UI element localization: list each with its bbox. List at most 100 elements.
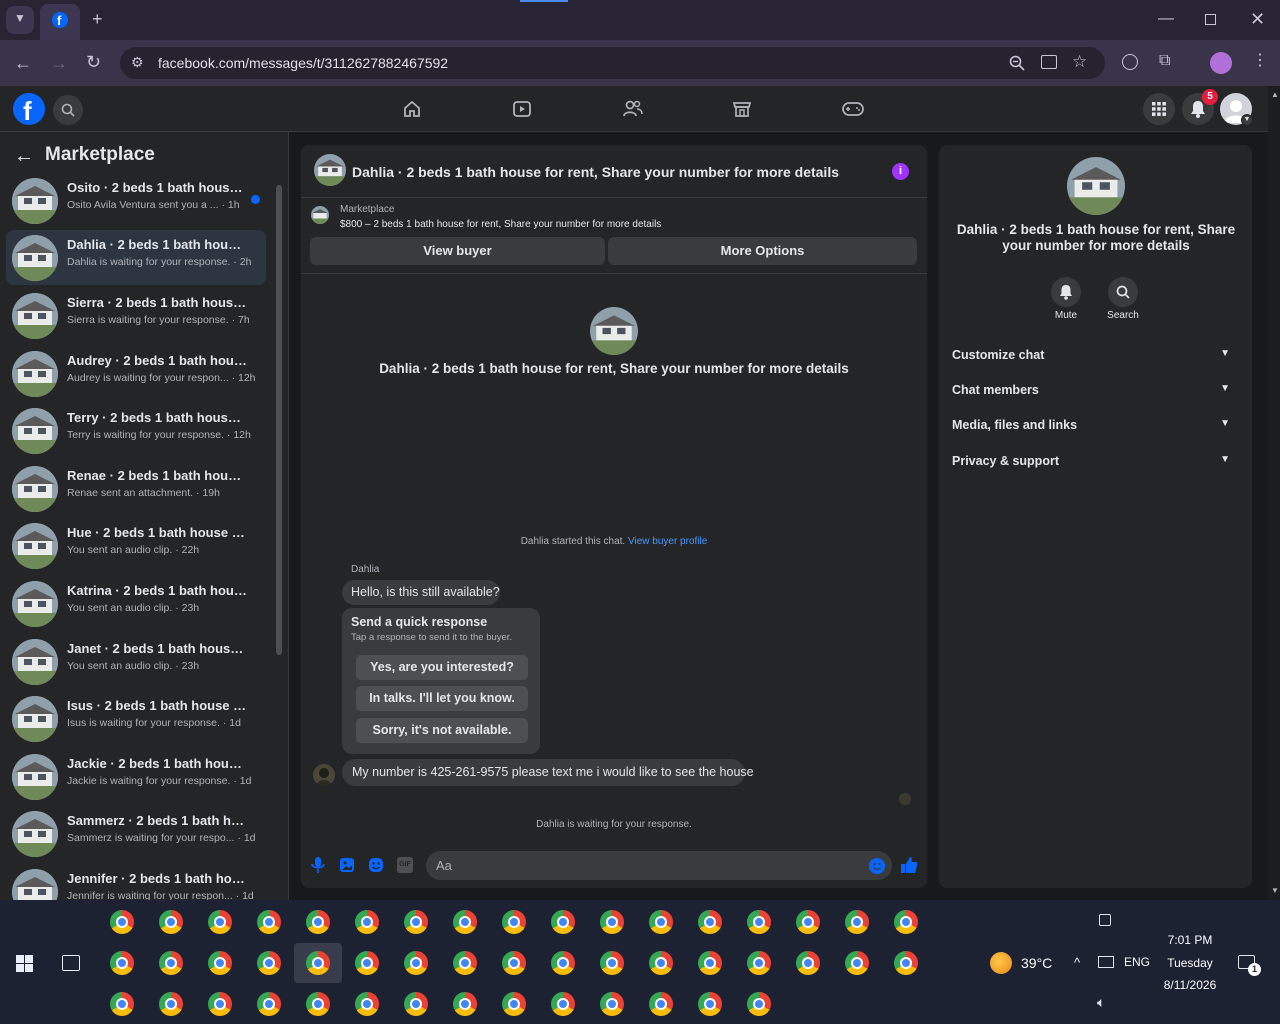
taskbar-app-icon[interactable]: [747, 992, 771, 1016]
zoom-icon[interactable]: [1009, 55, 1025, 71]
mute-button[interactable]: [1051, 277, 1081, 307]
taskbar-app-icon[interactable]: [894, 951, 918, 975]
url-text[interactable]: facebook.com/messages/t/3112627882467592: [158, 55, 448, 71]
chat-members-section[interactable]: Chat members ▼: [952, 383, 1242, 397]
taskbar-app-icon[interactable]: [159, 992, 183, 1016]
volume-icon[interactable]: 🔈︎: [1097, 994, 1105, 1011]
sticker-icon[interactable]: [368, 857, 384, 873]
taskbar-app-icon[interactable]: [698, 951, 722, 975]
language-indicator[interactable]: ENG: [1124, 955, 1150, 969]
taskbar-app-icon[interactable]: [747, 951, 771, 975]
account-chevron-icon[interactable]: ▼: [1241, 114, 1253, 126]
quick-response-option[interactable]: Yes, are you interested?: [356, 655, 528, 680]
taskbar-app-icon[interactable]: [110, 951, 134, 975]
taskbar-app-icon[interactable]: [306, 910, 330, 934]
taskbar-app-icon[interactable]: [453, 992, 477, 1016]
new-tab-icon[interactable]: +: [92, 10, 103, 28]
sender-avatar[interactable]: [313, 764, 335, 786]
site-info-icon[interactable]: ⚙: [131, 55, 144, 69]
back-arrow-icon[interactable]: ←: [14, 145, 34, 168]
taskbar-app-icon[interactable]: [110, 910, 134, 934]
windows-start-icon[interactable]: [16, 955, 33, 972]
task-view-icon[interactable]: [62, 955, 80, 971]
taskbar-app-icon[interactable]: [649, 910, 673, 934]
taskbar-app-icon[interactable]: [551, 992, 575, 1016]
gaming-icon[interactable]: [842, 99, 864, 119]
taskbar-app-icon[interactable]: [698, 992, 722, 1016]
taskbar-app-icon[interactable]: [355, 951, 379, 975]
conversation-item[interactable]: Audrey · 2 beds 1 bath house fo... Audrey…: [6, 346, 266, 401]
taskbar-app-icon[interactable]: [257, 951, 281, 975]
taskbar-app-icon[interactable]: [257, 992, 281, 1016]
chat-title[interactable]: Dahlia · 2 beds 1 bath house for rent, S…: [352, 164, 839, 180]
taskbar-app-icon[interactable]: [110, 992, 134, 1016]
taskbar-app-icon[interactable]: [600, 951, 624, 975]
home-icon[interactable]: [402, 99, 422, 119]
tray-overflow-icon[interactable]: ^: [1074, 955, 1080, 970]
taskbar-app-icon[interactable]: [306, 992, 330, 1016]
scroll-down-icon[interactable]: ▼: [1271, 886, 1279, 895]
taskbar-app-icon[interactable]: [208, 992, 232, 1016]
conversation-item[interactable]: Renae · 2 beds 1 bath house for ... Renae…: [6, 461, 266, 516]
microphone-icon[interactable]: [311, 856, 325, 874]
taskbar-app-icon[interactable]: [845, 951, 869, 975]
taskbar-app-icon[interactable]: [502, 951, 526, 975]
listing-line[interactable]: $800 – 2 beds 1 bath house for rent, Sha…: [340, 219, 661, 230]
privacy-support-section[interactable]: Privacy & support ▼: [952, 454, 1242, 468]
conversation-item[interactable]: Terry · 2 beds 1 bath house for r... Terr…: [6, 403, 266, 458]
taskbar-app-icon[interactable]: [698, 910, 722, 934]
conversation-item[interactable]: Sammerz · 2 beds 1 bath house ... Sammerz…: [6, 806, 266, 861]
clock-date[interactable]: 8/11/2026: [1150, 978, 1230, 992]
search-button[interactable]: [53, 95, 83, 125]
conversation-item[interactable]: Hue · 2 beds 1 bath house for re... You s…: [6, 518, 266, 573]
quick-response-option[interactable]: In talks. I'll let you know.: [356, 686, 528, 711]
photo-icon[interactable]: [339, 857, 355, 873]
conversation-item[interactable]: Katrina · 2 beds 1 bath house ... You sen…: [6, 576, 266, 631]
taskbar-app-icon[interactable]: [845, 910, 869, 934]
back-icon[interactable]: ←: [14, 54, 32, 72]
page-scrollbar[interactable]: ▲ ▼: [1268, 86, 1280, 900]
conversation-item[interactable]: Janet · 2 beds 1 bath house fo... You sen…: [6, 634, 266, 689]
taskbar-app-icon[interactable]: [257, 910, 281, 934]
bookmark-star-icon[interactable]: ☆: [1072, 53, 1087, 70]
menu-grid-button[interactable]: [1143, 93, 1175, 125]
view-buyer-profile-link[interactable]: View buyer profile: [628, 536, 707, 547]
extensions-puzzle-icon[interactable]: ⧉: [1159, 53, 1170, 69]
taskbar-app-icon[interactable]: [551, 951, 575, 975]
taskbar-app-icon[interactable]: [453, 951, 477, 975]
taskbar-app-icon[interactable]: [796, 910, 820, 934]
thumbs-up-icon[interactable]: [900, 856, 918, 874]
clock-day[interactable]: Tuesday: [1150, 956, 1230, 970]
taskbar-app-icon[interactable]: [208, 910, 232, 934]
conversation-item[interactable]: Isus · 2 beds 1 bath house for re... Isus…: [6, 691, 266, 746]
view-buyer-button[interactable]: View buyer: [310, 237, 605, 265]
minimize-icon[interactable]: —: [1158, 11, 1174, 27]
taskbar-app-icon[interactable]: [404, 992, 428, 1016]
friends-icon[interactable]: [622, 99, 644, 119]
taskbar-app-icon[interactable]: [159, 910, 183, 934]
quick-response-option[interactable]: Sorry, it's not available.: [356, 718, 528, 743]
taskbar-app-icon[interactable]: [404, 910, 428, 934]
chat-header-avatar[interactable]: [314, 154, 346, 186]
kebab-menu-icon[interactable]: ⋮: [1252, 53, 1268, 69]
tab-facebook[interactable]: f: [40, 4, 80, 40]
forward-icon[interactable]: →: [50, 54, 68, 72]
scroll-up-icon[interactable]: ▲: [1271, 90, 1279, 99]
taskbar-app-icon[interactable]: [502, 992, 526, 1016]
emoji-icon[interactable]: [869, 858, 885, 874]
desktop-peek-icon[interactable]: [1099, 914, 1111, 926]
taskbar-app-icon[interactable]: [796, 951, 820, 975]
sidebar-scrollbar[interactable]: [274, 185, 284, 655]
message-bubble[interactable]: Hello, is this still available?: [342, 580, 500, 605]
taskbar-app-icon[interactable]: [747, 910, 771, 934]
info-icon[interactable]: i: [892, 163, 909, 180]
conversation-item[interactable]: Osito · 2 beds 1 bath house fo... Osito A…: [6, 173, 266, 228]
weather-icon[interactable]: [990, 952, 1012, 974]
taskbar-app-icon[interactable]: [306, 951, 330, 975]
marketplace-icon[interactable]: [732, 99, 752, 119]
conversation-item[interactable]: Jackie · 2 beds 1 bath house for ... Jack…: [6, 749, 266, 804]
media-files-links-section[interactable]: Media, files and links ▼: [952, 418, 1242, 432]
taskbar-app-icon[interactable]: [894, 910, 918, 934]
video-icon[interactable]: [512, 99, 532, 119]
globe-extension-icon[interactable]: [1122, 54, 1138, 70]
